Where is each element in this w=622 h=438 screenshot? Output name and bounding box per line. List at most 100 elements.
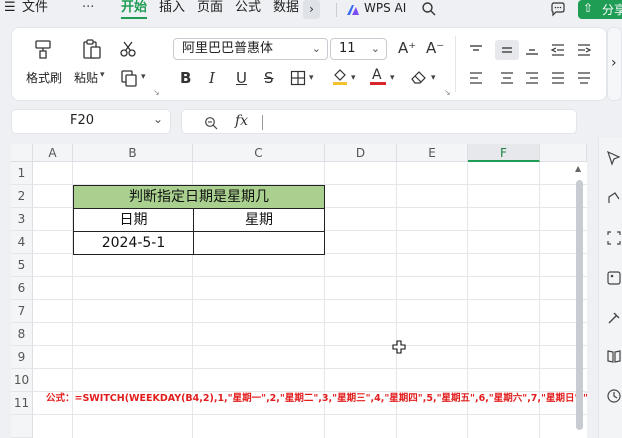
border-icon[interactable]: [290, 70, 306, 86]
copy-icon[interactable]: [120, 69, 138, 87]
row-header-11[interactable]: 11: [11, 392, 33, 415]
eraser-icon[interactable]: [410, 69, 428, 85]
align-middle-icon[interactable]: [499, 42, 515, 56]
copy-dropdown-icon[interactable]: ▾: [141, 72, 146, 82]
justify-icon[interactable]: [550, 70, 566, 84]
select-cursor-icon[interactable]: [606, 150, 622, 166]
shapes-icon[interactable]: [606, 190, 622, 206]
gridline: [33, 322, 587, 323]
scroll-up-icon[interactable]: ▲: [575, 164, 581, 173]
row-header-8[interactable]: 8: [11, 323, 33, 346]
increase-indent-icon[interactable]: [576, 42, 592, 56]
tab-page[interactable]: 页面: [197, 0, 223, 18]
vertical-scrollbar[interactable]: ▲: [572, 162, 587, 438]
bold-button[interactable]: B: [180, 69, 191, 87]
strikethrough-button[interactable]: S: [264, 69, 274, 87]
tabs-scroll-right-icon[interactable]: ›: [303, 0, 320, 19]
paste-icon[interactable]: [81, 38, 103, 60]
table-title-cell[interactable]: 判断指定日期是星期几: [73, 185, 325, 209]
tab-active-indicator: [121, 17, 147, 19]
fx-button[interactable]: fx: [235, 113, 248, 129]
gridline: [33, 276, 587, 277]
gallery-icon[interactable]: [606, 270, 622, 286]
tools-icon[interactable]: [606, 310, 622, 326]
italic-button[interactable]: I: [209, 69, 215, 87]
border-dropdown-icon[interactable]: ▾: [309, 73, 314, 83]
search-icon[interactable]: [421, 1, 437, 17]
distributed-icon[interactable]: [576, 70, 592, 84]
font-color-button[interactable]: A: [370, 67, 386, 86]
row-header-9[interactable]: 9: [11, 346, 33, 369]
font-size-select[interactable]: 11 ⌄: [330, 38, 387, 60]
shrink-font-button[interactable]: A⁻: [426, 39, 444, 57]
frame-icon[interactable]: [606, 230, 622, 246]
column-header-f-selected[interactable]: F: [468, 144, 540, 162]
column-header-a[interactable]: A: [33, 144, 73, 162]
row-header-10[interactable]: 10: [11, 369, 33, 392]
row-header-4[interactable]: 4: [11, 231, 33, 254]
paste-label[interactable]: 粘贴: [74, 69, 98, 86]
clipboard-group-expand-icon[interactable]: ↘: [153, 88, 160, 97]
row-header-6[interactable]: 6: [11, 277, 33, 300]
row-header-5[interactable]: 5: [11, 254, 33, 277]
header-date-cell[interactable]: 日期: [73, 208, 194, 232]
weekday-value-cell[interactable]: [193, 231, 325, 255]
format-painter-label[interactable]: 格式刷: [26, 69, 62, 86]
share-icon: ⇧: [583, 1, 594, 15]
column-header-b[interactable]: B: [73, 144, 193, 162]
select-all-corner[interactable]: [11, 144, 33, 162]
align-center-icon[interactable]: [499, 70, 515, 84]
text-cursor: [262, 115, 263, 130]
fill-color-dropdown-icon[interactable]: ▾: [351, 73, 356, 83]
header-weekday-cell[interactable]: 星期: [193, 208, 325, 232]
wps-ai-icon[interactable]: [346, 2, 360, 16]
formula-bar[interactable]: fx: [181, 109, 577, 134]
row-header-12[interactable]: [11, 415, 33, 438]
column-header-c[interactable]: C: [193, 144, 325, 162]
hamburger-icon[interactable]: ☰: [4, 0, 16, 18]
font-color-dropdown-icon[interactable]: ▾: [390, 73, 395, 83]
comment-icon[interactable]: [550, 1, 566, 17]
row-header-1[interactable]: 1: [11, 162, 33, 185]
menu-more[interactable]: ···: [82, 0, 94, 18]
align-right-icon[interactable]: [524, 70, 540, 84]
row-header-3[interactable]: 3: [11, 208, 33, 231]
share-button[interactable]: ⇧ 分享: [578, 0, 622, 19]
cell-cursor-icon: [392, 339, 406, 354]
row-header-7[interactable]: 7: [11, 300, 33, 323]
font-name-select[interactable]: 阿里巴巴普惠体 ⌄: [173, 38, 328, 60]
column-header-d[interactable]: D: [325, 144, 397, 162]
date-value-cell[interactable]: 2024-5-1: [73, 231, 194, 255]
align-top-icon[interactable]: [468, 42, 484, 56]
grow-font-button[interactable]: A⁺: [398, 39, 416, 57]
tab-data[interactable]: 数据: [273, 0, 299, 18]
history-icon[interactable]: [606, 388, 622, 404]
name-box[interactable]: F20 ⌄: [11, 109, 171, 134]
font-group-expand-icon[interactable]: ↘: [444, 88, 451, 97]
book-icon[interactable]: [606, 348, 622, 364]
align-left-icon[interactable]: [468, 70, 484, 84]
ribbon-scroll-right[interactable]: ›: [607, 27, 622, 101]
gridline: [33, 414, 587, 415]
menu-file[interactable]: 文件: [22, 0, 48, 18]
tab-insert[interactable]: 插入: [159, 0, 185, 18]
zoom-search-icon[interactable]: [204, 115, 218, 130]
menu-divider: [336, 3, 337, 17]
decrease-indent-icon[interactable]: [550, 42, 566, 56]
align-bottom-icon[interactable]: [524, 42, 540, 56]
wps-ai-button[interactable]: WPS AI: [364, 0, 406, 18]
column-header-e[interactable]: E: [397, 144, 468, 162]
format-painter-icon[interactable]: [32, 38, 54, 60]
tab-formulas[interactable]: 公式: [235, 0, 261, 18]
tab-home[interactable]: 开始: [121, 0, 147, 18]
fill-color-icon[interactable]: [332, 68, 348, 86]
font-name-value: 阿里巴巴普惠体: [182, 41, 274, 56]
underline-button[interactable]: U: [236, 69, 247, 87]
font-color-swatch: [370, 82, 386, 85]
spreadsheet-grid[interactable]: A B C D E F 1 2 3 4 5 6 7 8 9 10 11 判断指定…: [11, 144, 587, 438]
row-header-2[interactable]: 2: [11, 185, 33, 208]
scroll-thumb[interactable]: [576, 180, 583, 430]
cut-icon[interactable]: [119, 40, 137, 58]
paste-dropdown-icon[interactable]: ▾: [100, 70, 105, 80]
clear-dropdown-icon[interactable]: ▾: [431, 73, 436, 83]
